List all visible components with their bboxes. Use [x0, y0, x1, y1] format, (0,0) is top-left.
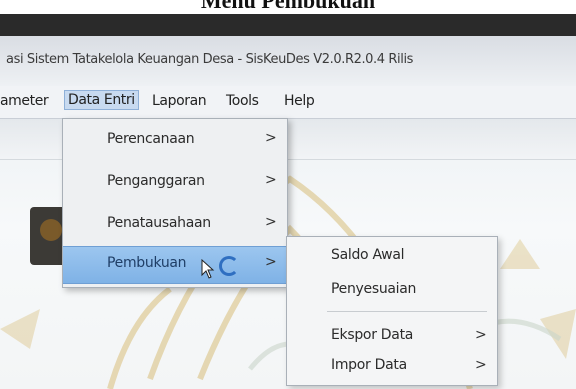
- chevron-right-icon: >: [265, 214, 277, 230]
- menu-item-label: Perencanaan: [107, 131, 195, 147]
- menu-item-penganggaran[interactable]: Penganggaran >: [63, 165, 287, 201]
- spinner-icon: [219, 256, 239, 276]
- menu-item-label: Ekspor Data: [331, 327, 414, 343]
- menu-parameter[interactable]: ameter: [0, 93, 49, 109]
- menu-item-saldo-awal[interactable]: Saldo Awal: [287, 241, 497, 271]
- menu-bar: ameter Data Entri Laporan Tools Help: [0, 86, 576, 119]
- menu-item-penyesuaian[interactable]: Penyesuaian: [287, 275, 497, 305]
- menu-item-penatausahaan[interactable]: Penatausahaan >: [63, 207, 287, 243]
- menu-item-impor-data[interactable]: Impor Data >: [287, 351, 497, 381]
- mouse-pointer-icon: [201, 259, 215, 279]
- window-title: asi Sistem Tatakelola Keuangan Desa - Si…: [6, 52, 414, 67]
- chevron-right-icon: >: [265, 172, 277, 188]
- menu-help[interactable]: Help: [284, 93, 315, 109]
- data-entri-dropdown: Perencanaan > Penganggaran > Penatausaha…: [62, 118, 288, 288]
- menu-laporan[interactable]: Laporan: [152, 93, 207, 109]
- menu-item-pembukuan[interactable]: Pembukuan >: [63, 246, 287, 284]
- menu-item-label: Saldo Awal: [331, 247, 405, 263]
- menu-item-label: Impor Data: [331, 357, 407, 373]
- chevron-right-icon: >: [265, 254, 277, 270]
- figure-caption: Menu Pembukuan: [0, 0, 576, 14]
- menu-item-label: Penyesuaian: [331, 281, 417, 297]
- menu-item-ekspor-data[interactable]: Ekspor Data >: [287, 321, 497, 351]
- menu-item-label: Pembukuan: [107, 255, 187, 271]
- menu-item-label: Penganggaran: [107, 173, 205, 189]
- chevron-right-icon: >: [475, 327, 487, 343]
- figure-caption-text: Menu Pembukuan: [200, 0, 376, 13]
- menu-data-entri[interactable]: Data Entri: [64, 90, 139, 110]
- chevron-right-icon: >: [475, 357, 487, 373]
- menu-item-perencanaan[interactable]: Perencanaan >: [63, 123, 287, 159]
- window-titlebar: asi Sistem Tatakelola Keuangan Desa - Si…: [0, 36, 576, 86]
- pembukuan-submenu: Saldo Awal Penyesuaian Ekspor Data > Imp…: [286, 236, 498, 386]
- menu-item-label: Penatausahaan: [107, 215, 211, 231]
- chevron-right-icon: >: [265, 130, 277, 146]
- menu-tools[interactable]: Tools: [226, 93, 259, 109]
- screen-frame: asi Sistem Tatakelola Keuangan Desa - Si…: [0, 14, 576, 389]
- menu-separator: [327, 311, 487, 312]
